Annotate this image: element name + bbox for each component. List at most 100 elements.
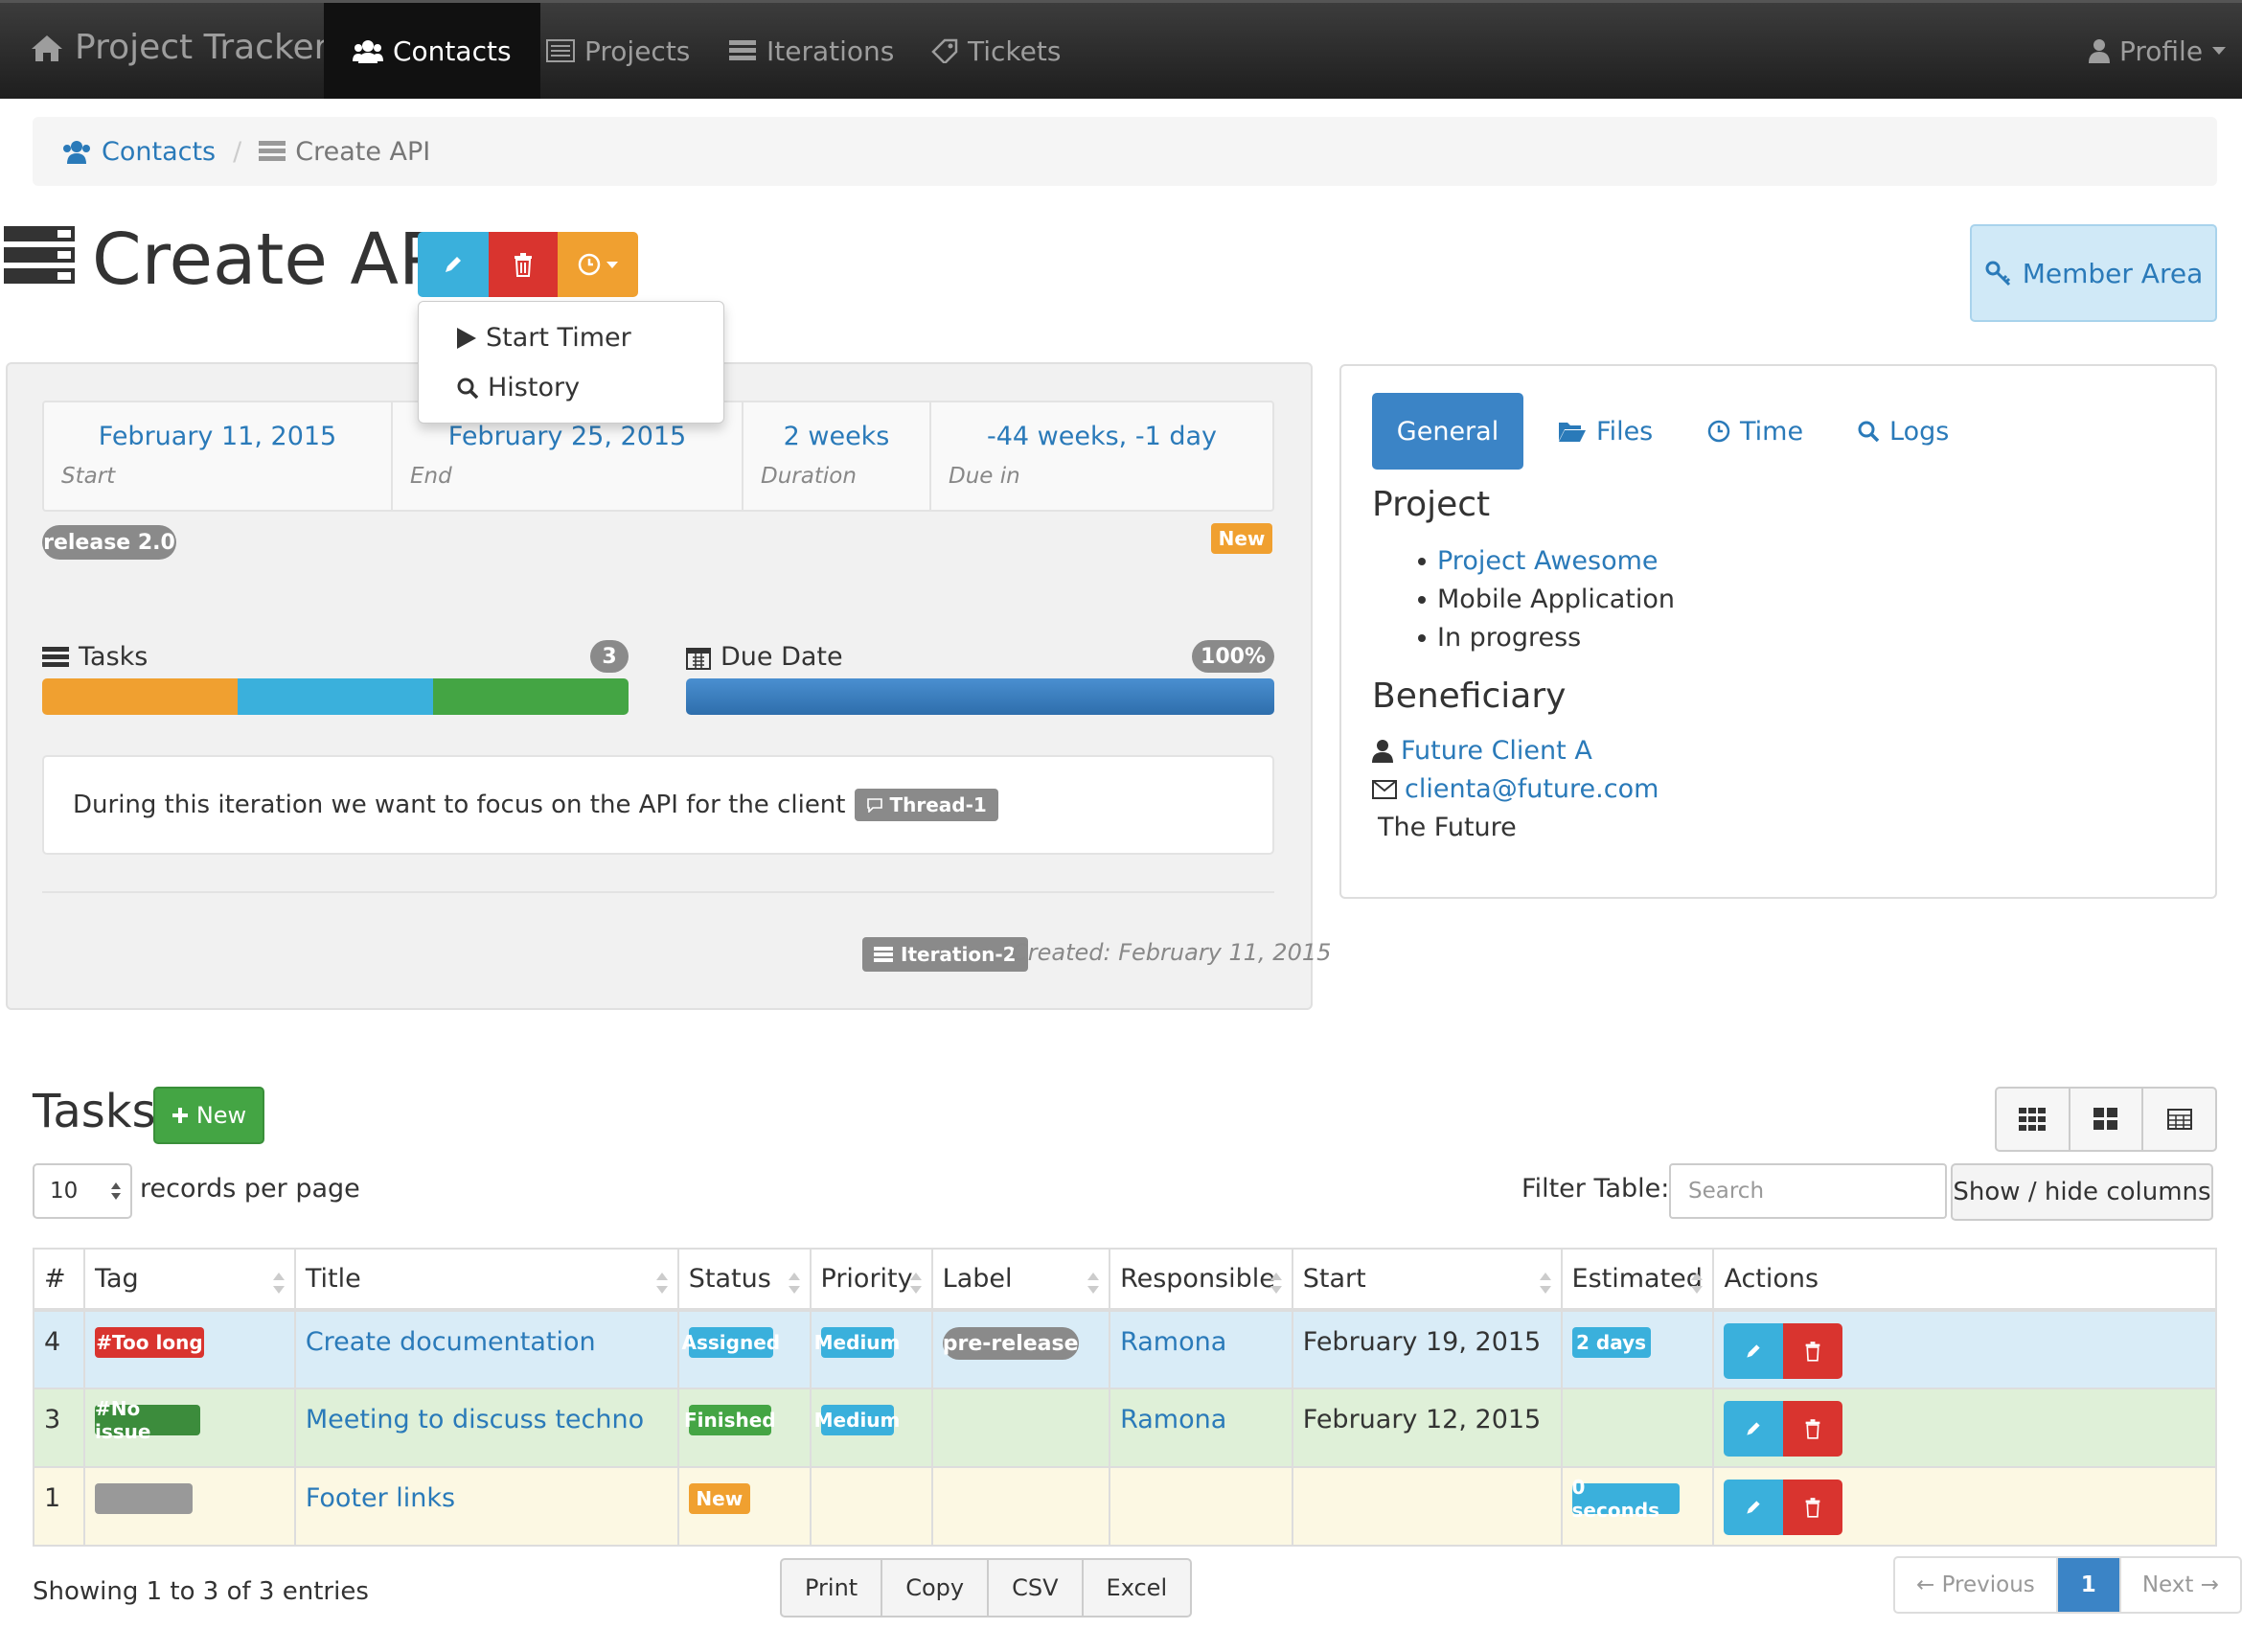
tag-label[interactable]: #Too long [94,1327,204,1358]
cell-label [930,1467,1111,1547]
sort-icon [909,1273,922,1294]
stat-start: February 11, 2015 Start [44,402,393,510]
nav-iterations[interactable]: Iterations [699,3,923,99]
stat-end-value[interactable]: February 25, 2015 [393,422,742,451]
edit-iteration-button[interactable] [418,232,489,297]
table-info: Showing 1 to 3 of 3 entries [33,1577,369,1606]
records-per-page-select[interactable]: 10 [33,1163,132,1219]
col-title[interactable]: Title [293,1248,679,1312]
col-estimated[interactable]: Estimated [1560,1248,1715,1312]
nav-contacts[interactable]: Contacts [324,3,540,99]
profile-dropdown[interactable]: Profile [2060,3,2242,99]
edit-task-button[interactable] [1724,1401,1784,1457]
project-status-text: In progress [1437,623,1582,653]
tag-label[interactable]: #No issue [94,1397,200,1443]
cell-actions [1712,1310,2217,1389]
stat-start-label: Start [61,464,116,489]
print-button[interactable]: Print [782,1560,883,1616]
status-label: Finished [684,1405,776,1435]
col-responsible[interactable]: Responsible [1109,1248,1293,1312]
priority-label: Medium [814,1327,900,1358]
tab-files-label: Files [1596,416,1654,447]
member-area-button[interactable]: Member Area [1970,224,2217,322]
search-input[interactable]: Search [1669,1163,1947,1219]
tasks-icon [259,141,286,161]
sort-arrows-icon [111,1182,121,1200]
breadcrumb-contacts[interactable]: Contacts [102,137,216,167]
brand-link[interactable]: Project Tracker [31,28,328,67]
col-start-label: Start [1302,1264,1366,1294]
beneficiary-email-link[interactable]: clienta@future.com [1405,774,1659,804]
caret-down-icon [606,261,618,268]
project-link[interactable]: Project Awesome [1437,546,1659,576]
plus-icon [172,1108,188,1123]
tab-files[interactable]: Files [1523,393,1687,470]
responsible-link[interactable]: Ramona [1120,1327,1226,1357]
task-title-link[interactable]: Footer links [306,1483,455,1513]
delete-iteration-button[interactable] [489,232,558,297]
col-actions: Actions [1712,1248,2217,1312]
tasks-count-badge: 3 [590,640,629,673]
bullet [1418,633,1426,642]
csv-button[interactable]: CSV [989,1560,1084,1616]
stat-end-label: End [410,464,452,489]
thread-label[interactable]: Thread-1 [855,789,998,821]
stat-duration-value[interactable]: 2 weeks [744,422,929,451]
timer-dropdown-button[interactable] [558,232,638,297]
tab-general[interactable]: General [1372,393,1523,470]
col-tag[interactable]: Tag [82,1248,296,1312]
delete-task-button[interactable] [1783,1401,1843,1457]
task-title-link[interactable]: Meeting to discuss techno [306,1405,644,1434]
stat-due-in-value[interactable]: -44 weeks, -1 day [931,422,1272,451]
records-per-page-label: records per page [140,1174,360,1204]
estimated-label: 2 days [1571,1327,1651,1358]
view-large-grid-button[interactable] [2070,1089,2144,1150]
nav-tickets[interactable]: Tickets [903,3,1089,99]
tab-logs[interactable]: Logs [1822,393,1983,470]
tab-time[interactable]: Time [1673,393,1838,470]
cell-label: pre-release [930,1310,1111,1389]
due-percent-badge: 100% [1192,640,1274,673]
col-actions-label: Actions [1724,1264,1819,1294]
view-table-button[interactable] [2143,1089,2215,1150]
delete-task-button[interactable] [1783,1480,1843,1535]
show-hide-columns-button[interactable]: Show / hide columns [1951,1163,2213,1221]
edit-task-button[interactable] [1724,1480,1784,1535]
task-title-link[interactable]: Create documentation [306,1327,596,1357]
tab-general-label: General [1396,416,1499,447]
col-label[interactable]: Label [930,1248,1111,1312]
iteration-label[interactable]: Iteration-2 [862,937,1028,972]
copy-button[interactable]: Copy [882,1560,990,1616]
responsible-link[interactable]: Ramona [1120,1405,1226,1434]
col-status[interactable]: Status [676,1248,812,1312]
cell-actions [1712,1388,2217,1468]
start-timer-item[interactable]: Start Timer [457,323,631,353]
due-progress-bar [686,678,1274,715]
trash-icon [1806,1498,1820,1518]
created-date: Created: February 11, 2015 [1012,939,1332,966]
new-task-button[interactable]: New [153,1087,264,1144]
previous-page-button[interactable]: ← Previous [1895,1558,2058,1612]
page-1-button[interactable]: 1 [2057,1558,2121,1612]
edit-task-button[interactable] [1724,1323,1784,1379]
export-button-group: Print Copy CSV Excel [780,1558,1193,1618]
delete-task-button[interactable] [1783,1323,1843,1379]
view-small-grid-button[interactable] [1997,1089,2070,1150]
beneficiary-company: The Future [1378,813,1517,842]
col-start[interactable]: Start [1291,1248,1563,1312]
stat-start-value[interactable]: February 11, 2015 [44,422,391,451]
beneficiary-link[interactable]: Future Client A [1401,736,1592,766]
tag-label[interactable] [94,1483,193,1514]
col-priority[interactable]: Priority [809,1248,933,1312]
table-icon [2166,1109,2192,1130]
history-item[interactable]: History [457,373,580,402]
page-title: Create API [92,218,463,301]
home-icon [32,34,62,61]
next-page-button[interactable]: Next → [2121,1558,2240,1612]
pencil-icon [446,257,461,272]
col-label-label: Label [942,1264,1013,1294]
nav-projects[interactable]: Projects [517,3,719,99]
cell-tag: #No issue [82,1388,296,1468]
col-number[interactable]: # [33,1248,85,1312]
excel-button[interactable]: Excel [1084,1560,1191,1616]
